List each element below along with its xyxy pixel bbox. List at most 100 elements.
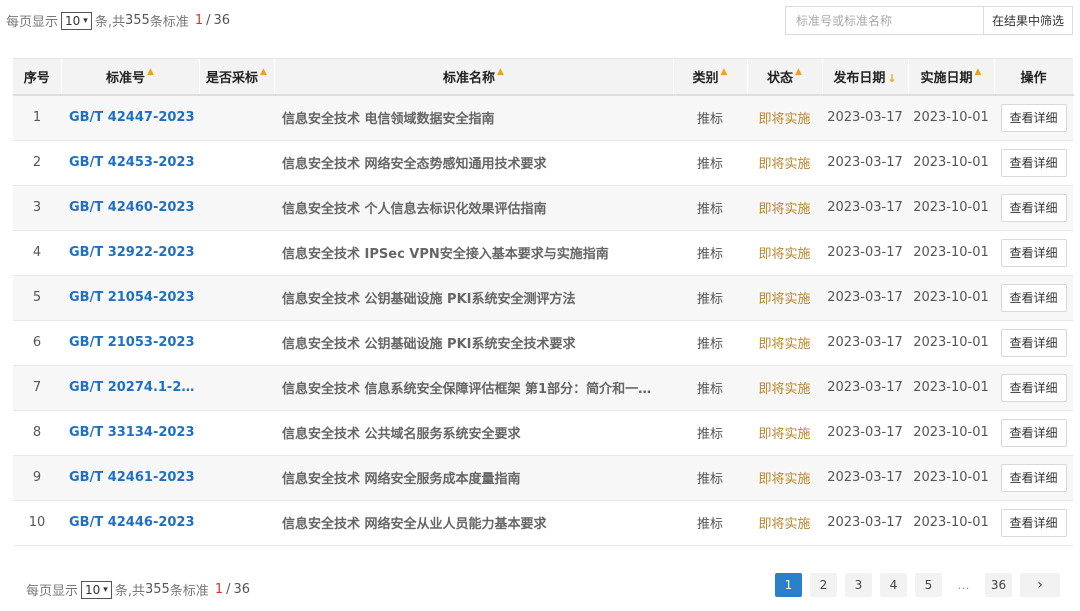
chevron-down-icon: ▾: [103, 584, 108, 595]
standard-code-link[interactable]: GB/T 42447-2023: [61, 95, 199, 141]
standard-name[interactable]: 信息安全技术 网络安全态势感知通用技术要求: [274, 140, 673, 186]
standard-name[interactable]: 信息安全技术 公钥基础设施 PKI系统安全测评方法: [274, 275, 673, 321]
cell-publish-date: 2023-03-17: [822, 230, 908, 276]
cell-action: 查看详细: [994, 275, 1073, 321]
sort-down-icon: ↓: [887, 72, 897, 85]
standard-name[interactable]: 信息安全技术 IPSec VPN安全接入基本要求与实施指南: [274, 230, 673, 276]
cell-category: 推标: [673, 185, 747, 231]
standard-name[interactable]: 信息安全技术 电信领域数据安全指南: [274, 95, 673, 141]
header-category[interactable]: 类别 ▲: [673, 59, 748, 96]
page-button-4[interactable]: 4: [880, 573, 907, 597]
standard-name[interactable]: 信息安全技术 信息系统安全保障评估框架 第1部分：简介和一…: [274, 365, 673, 411]
table-row: 2 GB/T 42453-2023 信息安全技术 网络安全态势感知通用技术要求 …: [13, 140, 1073, 186]
cell-status: 即将实施: [747, 185, 822, 231]
table-header-row: 序号 标准号 ▲ 是否采标 ▲ 标准名称 ▲ 类别 ▲ 状态 ▲ 发布日期 ↓ 实施日期 ▲ …: [13, 59, 1074, 96]
page-size-value: 10: [65, 13, 81, 28]
standard-code-link[interactable]: GB/T 21054-2023: [61, 275, 199, 321]
cell-effective-date: 2023-10-01: [908, 320, 994, 366]
page-button-last[interactable]: 36: [985, 573, 1012, 597]
header-adopted[interactable]: 是否采标 ▲: [199, 59, 275, 96]
cell-adopted: [199, 140, 274, 186]
standard-name[interactable]: 信息安全技术 公钥基础设施 PKI系统安全技术要求: [274, 320, 673, 366]
standard-code-link[interactable]: GB/T 32922-2023: [61, 230, 199, 276]
next-page-button[interactable]: ›: [1020, 573, 1060, 597]
cell-status: 即将实施: [747, 410, 822, 456]
page-button-3[interactable]: 3: [845, 573, 872, 597]
bottom-page-size-info: 每页显示 10 ▾ 条,共 355 条标准 1 / 36: [26, 580, 250, 599]
cell-effective-date: 2023-10-01: [908, 410, 994, 456]
cell-publish-date: 2023-03-17: [822, 320, 908, 366]
view-detail-button[interactable]: 查看详细: [1000, 148, 1067, 177]
total-count: 355: [124, 13, 150, 28]
standard-code-link[interactable]: GB/T 33134-2023: [61, 410, 199, 456]
page-size-select[interactable]: 10 ▾: [61, 11, 92, 30]
cell-effective-date: 2023-10-01: [908, 365, 994, 411]
cell-effective-date: 2023-10-01: [908, 140, 994, 186]
table-row: 7 GB/T 20274.1-2023 信息安全技术 信息系统安全保障评估框架 …: [13, 365, 1073, 411]
pagination: 1 2 3 4 5 … 36 ›: [767, 573, 1060, 597]
table-row: 8 GB/T 33134-2023 信息安全技术 公共域名服务系统安全要求 推标…: [13, 410, 1073, 456]
cell-publish-date: 2023-03-17: [822, 275, 908, 321]
view-detail-button[interactable]: 查看详细: [1000, 373, 1067, 402]
view-detail-button[interactable]: 查看详细: [1000, 418, 1067, 447]
cell-index: 5: [13, 275, 61, 321]
cell-publish-date: 2023-03-17: [822, 365, 908, 411]
standard-code-link[interactable]: GB/T 42461-2023: [61, 455, 199, 501]
standard-code-link[interactable]: GB/T 20274.1-2023: [61, 365, 199, 411]
current-page: 1: [194, 13, 204, 28]
standard-name[interactable]: 信息安全技术 个人信息去标识化效果评估指南: [274, 185, 673, 231]
cell-adopted: [199, 410, 274, 456]
view-detail-button[interactable]: 查看详细: [1000, 508, 1067, 537]
cell-category: 推标: [673, 230, 747, 276]
cell-category: 推标: [673, 95, 747, 141]
view-detail-button[interactable]: 查看详细: [1000, 463, 1067, 492]
standard-code-link[interactable]: GB/T 42460-2023: [61, 185, 199, 231]
view-detail-button[interactable]: 查看详细: [1000, 103, 1067, 132]
page-button-5[interactable]: 5: [915, 573, 942, 597]
view-detail-button[interactable]: 查看详细: [1000, 238, 1067, 267]
total-unit: 条标准: [149, 15, 189, 30]
page-size-suffix: 条,共: [94, 15, 125, 30]
chevron-right-icon: ›: [1037, 577, 1043, 593]
standard-name[interactable]: 信息安全技术 网络安全从业人员能力基本要求: [274, 500, 673, 546]
table-row: 10 GB/T 42446-2023 信息安全技术 网络安全从业人员能力基本要求…: [13, 500, 1073, 546]
cell-effective-date: 2023-10-01: [908, 230, 994, 276]
sort-up-icon: ▲: [795, 67, 802, 77]
cell-adopted: [199, 185, 274, 231]
total-count: 355: [144, 582, 170, 597]
cell-index: 7: [13, 365, 61, 411]
cell-adopted: [199, 500, 274, 546]
view-detail-button[interactable]: 查看详细: [1000, 193, 1067, 222]
header-publish-date[interactable]: 发布日期 ↓: [822, 59, 909, 96]
header-effective-date[interactable]: 实施日期 ▲: [908, 59, 995, 96]
table-row: 5 GB/T 21054-2023 信息安全技术 公钥基础设施 PKI系统安全测…: [13, 275, 1073, 321]
table-row: 3 GB/T 42460-2023 信息安全技术 个人信息去标识化效果评估指南 …: [13, 185, 1073, 231]
cell-status: 即将实施: [747, 500, 822, 546]
cell-index: 9: [13, 455, 61, 501]
cell-category: 推标: [673, 140, 747, 186]
header-status[interactable]: 状态 ▲: [747, 59, 823, 96]
cell-category: 推标: [673, 275, 747, 321]
page-button-2[interactable]: 2: [810, 573, 837, 597]
page-ellipsis: …: [957, 578, 970, 592]
cell-effective-date: 2023-10-01: [908, 185, 994, 231]
view-detail-button[interactable]: 查看详细: [1000, 283, 1067, 312]
page-button-1[interactable]: 1: [775, 573, 802, 597]
standard-code-link[interactable]: GB/T 42446-2023: [61, 500, 199, 546]
standard-code-link[interactable]: GB/T 42453-2023: [61, 140, 199, 186]
standard-code-link[interactable]: GB/T 21053-2023: [61, 320, 199, 366]
standard-name[interactable]: 信息安全技术 网络安全服务成本度量指南: [274, 455, 673, 501]
standard-name[interactable]: 信息安全技术 公共域名服务系统安全要求: [274, 410, 673, 456]
filter-in-results-button[interactable]: 在结果中筛选: [983, 6, 1073, 35]
total-unit: 条标准: [169, 584, 209, 599]
page-size-select[interactable]: 10 ▾: [81, 580, 112, 599]
cell-effective-date: 2023-10-01: [908, 500, 994, 546]
cell-adopted: [199, 230, 274, 276]
cell-publish-date: 2023-03-17: [822, 455, 908, 501]
header-name[interactable]: 标准名称 ▲: [274, 59, 674, 96]
current-page: 1: [214, 582, 224, 597]
header-code[interactable]: 标准号 ▲: [61, 59, 200, 96]
cell-action: 查看详细: [994, 95, 1073, 141]
view-detail-button[interactable]: 查看详细: [1000, 328, 1067, 357]
search-input[interactable]: [785, 6, 983, 35]
